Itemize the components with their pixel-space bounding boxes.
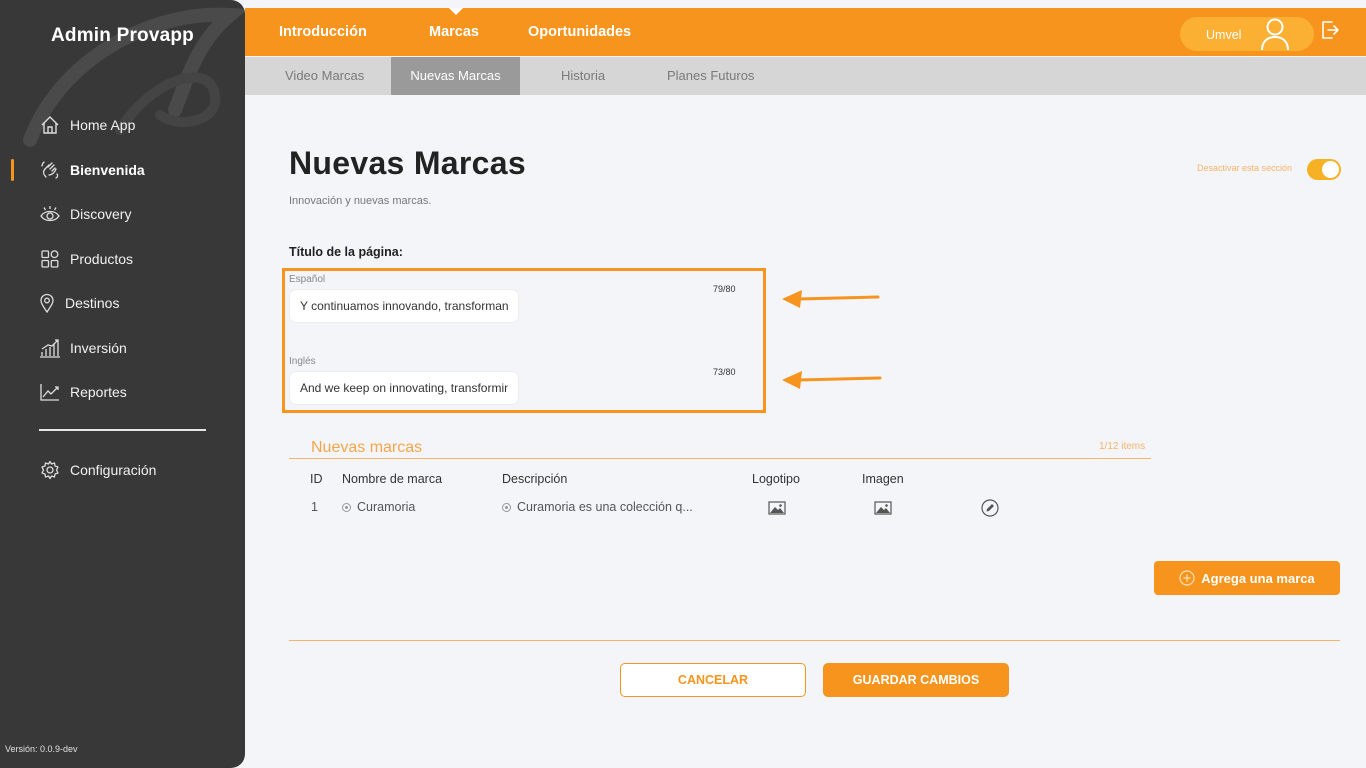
sidebar-divider <box>39 429 206 431</box>
sidebar-item-label: Inversión <box>70 339 127 356</box>
sidebar-item-destinos[interactable]: Destinos <box>0 281 245 326</box>
row-description: Curamoria es una colección q... <box>517 500 693 514</box>
sidebar-item-reportes[interactable]: Reportes <box>0 370 245 415</box>
row-description-cell: Curamoria es una colección q... <box>502 500 693 514</box>
logo-image-icon[interactable] <box>768 501 786 515</box>
subtab-historia[interactable]: Historia <box>561 57 605 95</box>
annotation-arrow-icon <box>782 371 882 389</box>
section-toggle[interactable] <box>1307 159 1341 180</box>
sidebar-item-label: Configuración <box>70 462 157 479</box>
page-title: Nuevas Marcas <box>289 145 526 181</box>
column-header-image: Imagen <box>862 472 904 486</box>
waving-hand-icon <box>39 159 61 181</box>
bullet-icon <box>502 503 511 512</box>
row-name: Curamoria <box>357 500 416 514</box>
save-changes-button[interactable]: GUARDAR CAMBIOS <box>823 663 1009 697</box>
user-avatar-icon <box>1261 18 1289 51</box>
bullet-icon <box>342 503 351 512</box>
spanish-char-count: 79/80 <box>713 284 736 294</box>
add-brand-button[interactable]: Agrega una marca <box>1154 561 1340 595</box>
page-subtitle: Innovación y nuevas marcas. <box>289 195 432 207</box>
column-header-id: ID <box>310 472 323 486</box>
sidebar-item-label: Home App <box>70 117 136 134</box>
column-header-name: Nombre de marca <box>342 472 443 486</box>
sidebar-item-discovery[interactable]: Discovery <box>0 192 245 237</box>
app-brand: Admin Provapp <box>50 25 194 46</box>
subtab-planes-futuros[interactable]: Planes Futuros <box>667 57 754 95</box>
spanish-field-label: Español <box>289 274 326 285</box>
sidebar: Admin Provapp Home App Bienvenida Discov… <box>0 0 245 768</box>
bar-growth-icon <box>39 337 61 359</box>
home-icon <box>39 114 61 136</box>
sidebar-item-home-app[interactable]: Home App <box>0 103 245 148</box>
annotation-arrow-icon <box>782 290 880 308</box>
add-circle-icon <box>1179 570 1195 586</box>
row-id: 1 <box>311 500 318 514</box>
sidebar-item-productos[interactable]: Productos <box>0 237 245 282</box>
add-brand-label: Agrega una marca <box>1201 570 1315 586</box>
sidebar-item-inversion[interactable]: Inversión <box>0 326 245 371</box>
location-pin-icon <box>39 292 55 314</box>
column-header-logo: Logotipo <box>752 472 800 486</box>
english-char-count: 73/80 <box>713 367 736 377</box>
footer-divider <box>289 640 1340 641</box>
sidebar-item-bienvenida[interactable]: Bienvenida <box>0 148 245 193</box>
sidebar-config-section: Configuración <box>0 448 245 493</box>
cancel-button[interactable]: CANCELAR <box>620 663 806 697</box>
gear-icon <box>39 459 61 481</box>
subtab-nuevas-marcas[interactable]: Nuevas Marcas <box>391 57 520 95</box>
brands-divider <box>289 458 1151 459</box>
image-thumbnail-icon[interactable] <box>874 501 892 515</box>
subtab-video-marcas[interactable]: Video Marcas <box>285 57 364 95</box>
eye-icon <box>39 203 61 225</box>
sidebar-item-label: Destinos <box>65 295 120 312</box>
sidebar-item-label: Bienvenida <box>70 161 145 178</box>
brands-count: 1/12 items <box>1099 441 1146 452</box>
sidebar-item-label: Reportes <box>70 384 127 401</box>
english-title-input[interactable] <box>290 372 518 404</box>
tab-oportunidades[interactable]: Oportunidades <box>528 24 631 40</box>
brands-list-title: Nuevas marcas <box>311 439 423 456</box>
sidebar-nav: Home App Bienvenida Discovery Productos <box>0 103 245 415</box>
user-menu-button[interactable]: Umvel <box>1180 17 1314 51</box>
toggle-knob <box>1322 161 1339 178</box>
user-name: Umvel <box>1206 28 1242 42</box>
tab-introduccion[interactable]: Introducción <box>279 24 367 40</box>
tab-marcas[interactable]: Marcas <box>429 24 479 40</box>
grid-shapes-icon <box>39 248 61 270</box>
spanish-title-input[interactable] <box>290 290 518 322</box>
version-label: Versión: 0.0.9-dev <box>5 744 78 754</box>
app-root: Admin Provapp Home App Bienvenida Discov… <box>0 0 1366 768</box>
edit-pencil-icon[interactable] <box>981 499 999 517</box>
line-chart-icon <box>39 381 61 403</box>
section-toggle-label: Desactivar esta sección <box>1197 163 1293 173</box>
sidebar-item-label: Productos <box>70 250 134 267</box>
page-title-field-label: Título de la página: <box>289 245 403 259</box>
sidebar-item-configuracion[interactable]: Configuración <box>0 448 245 493</box>
logout-icon[interactable] <box>1320 20 1340 40</box>
row-name-cell: Curamoria <box>342 500 415 514</box>
column-header-description: Descripción <box>502 472 568 486</box>
sidebar-item-label: Discovery <box>70 206 132 223</box>
english-field-label: Inglés <box>289 356 316 367</box>
active-tab-indicator <box>449 8 463 15</box>
sub-nav: Video Marcas Nuevas Marcas Historia Plan… <box>245 57 1366 95</box>
